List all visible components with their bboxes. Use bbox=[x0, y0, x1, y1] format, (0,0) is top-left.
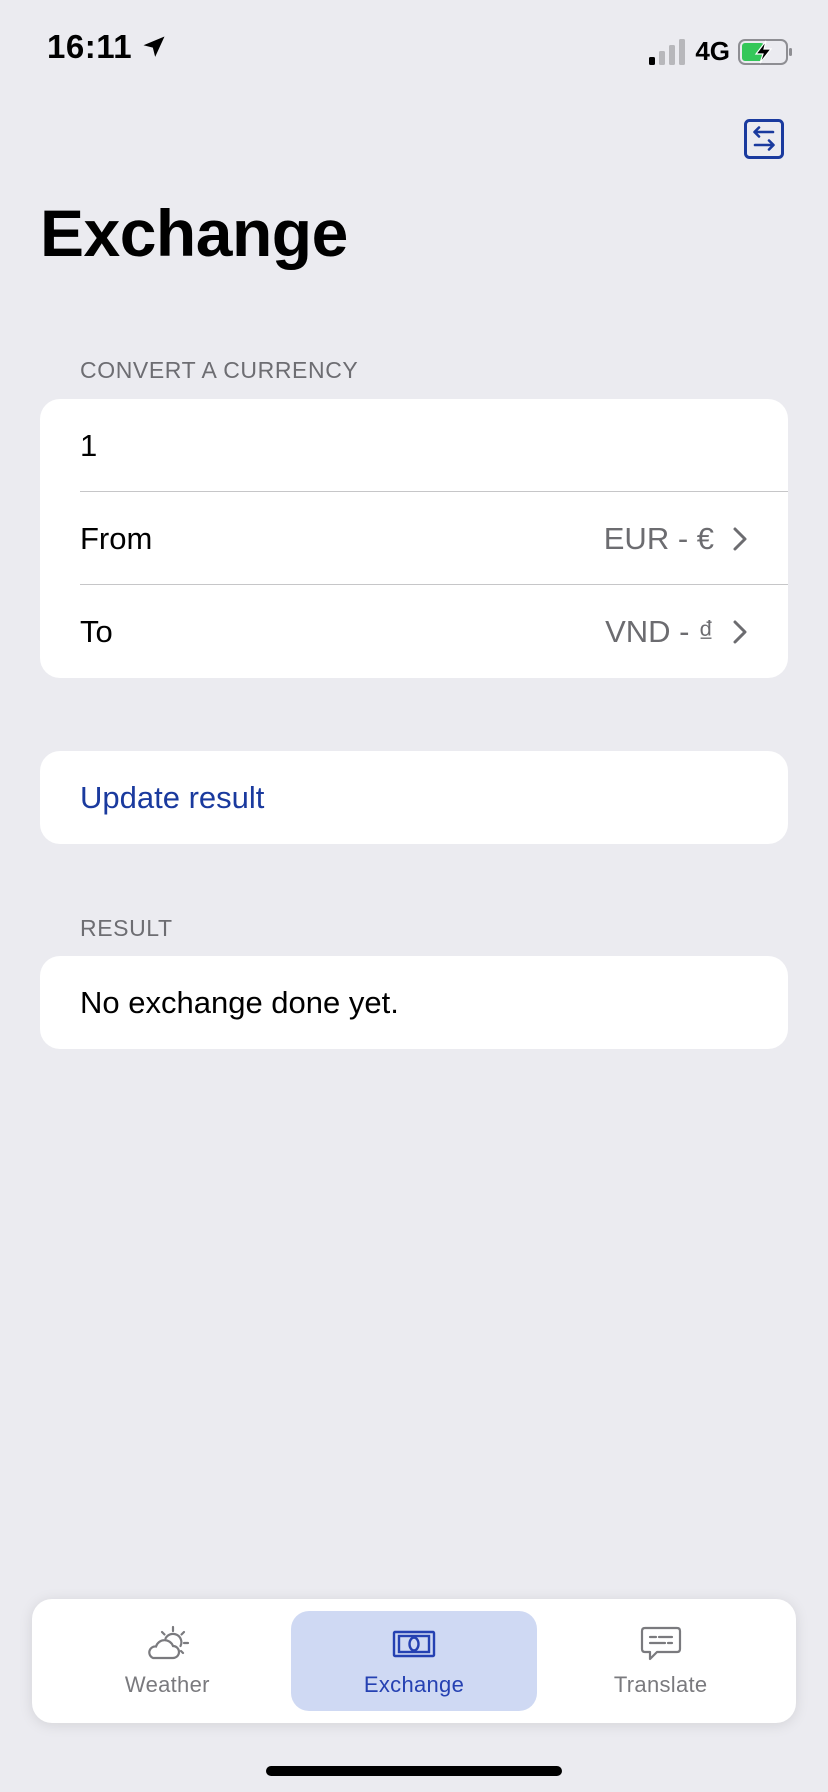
to-currency-value: VND - ₫ bbox=[605, 613, 714, 649]
battery-charging-icon bbox=[738, 38, 792, 65]
result-card: No exchange done yet. bbox=[40, 956, 788, 1049]
status-time-label: 16:11 bbox=[47, 28, 133, 65]
status-bar: 16:11 4G bbox=[0, 0, 828, 100]
to-currency-row[interactable]: To VND - ₫ bbox=[40, 585, 788, 678]
speech-bubble-icon bbox=[640, 1626, 681, 1661]
tab-weather[interactable]: Weather bbox=[44, 1611, 291, 1711]
chevron-right-icon bbox=[733, 527, 747, 550]
cellular-signal-icon bbox=[649, 38, 686, 65]
page-title: Exchange bbox=[40, 196, 348, 270]
status-indicators: 4G bbox=[647, 36, 794, 67]
result-section-header: RESULT bbox=[80, 915, 173, 941]
from-label: From bbox=[80, 520, 153, 556]
tab-exchange[interactable]: Exchange bbox=[290, 1611, 538, 1711]
tab-translate-label: Translate bbox=[613, 1672, 708, 1697]
update-card: Update result bbox=[40, 751, 788, 844]
from-value-wrap: EUR - € bbox=[604, 521, 748, 557]
swap-currencies-button[interactable] bbox=[744, 119, 784, 159]
to-label: To bbox=[80, 613, 113, 649]
home-indicator bbox=[266, 1766, 562, 1776]
tab-bar: Weather Exchange Translate bbox=[32, 1599, 796, 1723]
result-text: No exchange done yet. bbox=[80, 984, 399, 1020]
partly-sunny-icon bbox=[148, 1625, 190, 1660]
network-type: 4G bbox=[695, 36, 730, 66]
amount-row bbox=[40, 399, 788, 492]
banknote-icon bbox=[392, 1630, 436, 1658]
convert-card: From EUR - € To VND - ₫ bbox=[40, 399, 788, 678]
tab-translate[interactable]: Translate bbox=[537, 1611, 784, 1711]
to-value-wrap: VND - ₫ bbox=[605, 614, 748, 650]
location-arrow-icon bbox=[143, 36, 165, 57]
status-time: 16:11 bbox=[47, 28, 168, 66]
tab-weather-label: Weather bbox=[124, 1672, 210, 1697]
update-result-button[interactable]: Update result bbox=[40, 751, 788, 844]
from-currency-value: EUR - € bbox=[603, 520, 714, 556]
tab-exchange-label: Exchange bbox=[363, 1672, 465, 1697]
amount-input[interactable] bbox=[80, 427, 748, 464]
convert-section-header: CONVERT A CURRENCY bbox=[80, 357, 359, 383]
from-currency-row[interactable]: From EUR - € bbox=[40, 492, 788, 585]
chevron-right-icon bbox=[733, 620, 747, 643]
